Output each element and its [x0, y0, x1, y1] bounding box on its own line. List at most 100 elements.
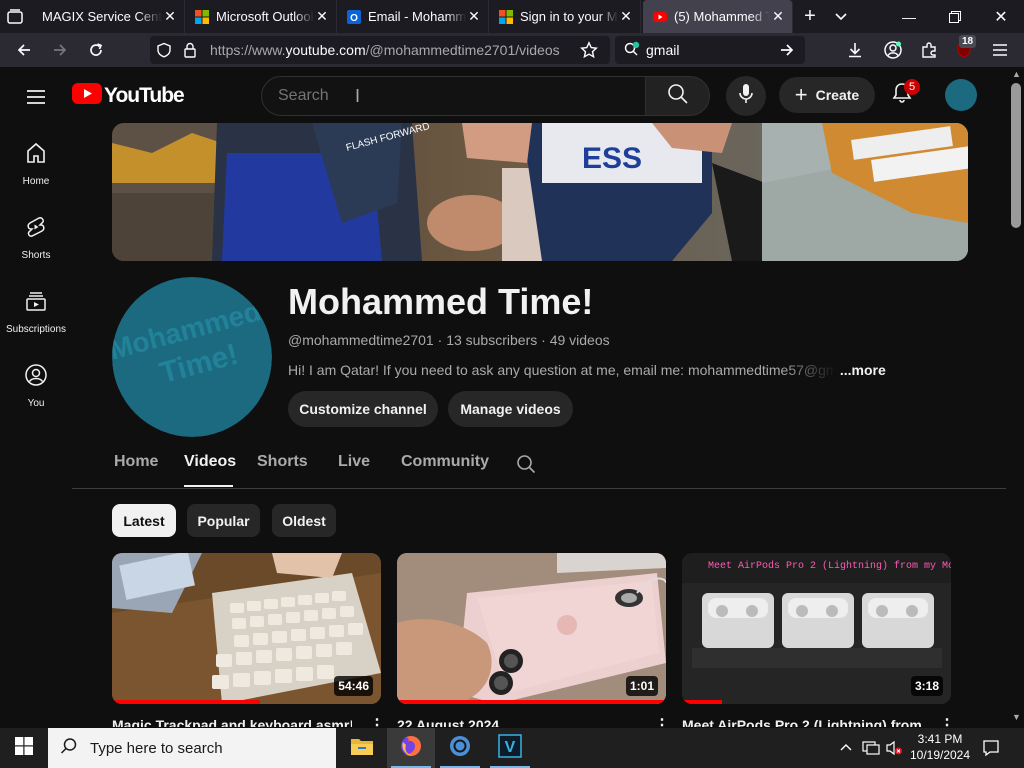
notifications-button[interactable]: 5: [890, 79, 920, 109]
new-tab-icon[interactable]: +: [800, 6, 820, 26]
sidebar-item-you[interactable]: You: [0, 351, 72, 421]
svg-text:V: V: [505, 739, 516, 756]
browser-tab-sign-in[interactable]: Sign in to your Mi ✕: [489, 0, 641, 33]
shield-icon[interactable]: [156, 42, 172, 61]
extension-badge: 18: [959, 35, 977, 48]
sidebar-item-subscriptions[interactable]: Subscriptions: [0, 277, 72, 347]
taskbar-firefox[interactable]: [387, 728, 435, 768]
chip-latest[interactable]: Latest: [112, 504, 176, 537]
tab-home[interactable]: Home: [114, 453, 158, 471]
search-button[interactable]: [645, 76, 710, 116]
taskbar-file-explorer[interactable]: [338, 728, 386, 768]
sidebar-item-shorts[interactable]: Shorts: [0, 203, 72, 273]
show-hidden-icons-chevron-up-icon[interactable]: [839, 741, 853, 760]
microphone-icon: [737, 83, 755, 110]
close-window-button[interactable]: ✕: [978, 0, 1024, 33]
create-button[interactable]: + Create: [779, 77, 875, 113]
chip-popular[interactable]: Popular: [187, 504, 260, 537]
sidebar-item-label: Home: [22, 176, 50, 187]
url-path: /@mohammedtime2701/videos: [365, 42, 560, 58]
clock[interactable]: 3:41 PM 10/19/2024: [905, 731, 975, 763]
minimize-window-button[interactable]: —: [886, 0, 932, 33]
guide-menu-icon[interactable]: [24, 85, 48, 109]
channel-description[interactable]: Hi! I am Qatar! If you need to ask any q…: [288, 362, 898, 378]
channel-search-icon[interactable]: [516, 454, 536, 479]
bookmark-star-icon[interactable]: [580, 41, 598, 62]
browser-tab-youtube[interactable]: (5) Mohammed Ti ✕: [643, 0, 793, 33]
restore-window-button[interactable]: [932, 0, 978, 33]
search-input[interactable]: [278, 86, 628, 106]
folder-icon: [350, 736, 374, 761]
page-scrollbar[interactable]: ▲ ▼: [1008, 67, 1024, 727]
video-duration: 3:18: [910, 676, 943, 696]
manage-videos-button[interactable]: Manage videos: [448, 391, 573, 427]
menu-hamburger-icon[interactable]: [988, 38, 1012, 62]
forward-arrow-icon[interactable]: [48, 38, 72, 62]
notification-center-icon[interactable]: [982, 739, 1000, 762]
tab-shorts[interactable]: Shorts: [257, 453, 308, 471]
url-text: https://www.youtube.com/@mohammedtime270…: [210, 42, 560, 58]
close-icon[interactable]: ✕: [314, 8, 330, 25]
extensions-icon[interactable]: [917, 38, 941, 62]
scrollbar-thumb[interactable]: [1011, 83, 1021, 228]
lock-icon[interactable]: [183, 42, 197, 61]
windows-taskbar: Type here to search V 3:41 PM 10/19/2024: [0, 728, 1024, 768]
tab-overview-icon[interactable]: [6, 8, 24, 26]
scroll-down-arrow-icon[interactable]: ▼: [1012, 712, 1021, 722]
tab-videos-underline: [184, 485, 233, 487]
url-bar[interactable]: https://www.youtube.com/@mohammedtime270…: [150, 36, 610, 64]
video-thumbnail[interactable]: 54:46: [112, 553, 381, 704]
search-bar[interactable]: gmail: [615, 36, 805, 64]
close-icon[interactable]: ✕: [618, 8, 634, 25]
sidebar-item-label: Subscriptions: [5, 324, 67, 335]
tab-videos[interactable]: Videos: [184, 453, 236, 471]
video-thumbnail[interactable]: 1:01: [397, 553, 666, 704]
taskbar-search-box[interactable]: Type here to search: [48, 728, 336, 768]
create-label: Create: [815, 87, 860, 103]
browser-tab-microsoft-outlook[interactable]: Microsoft Outlook ✕: [185, 0, 337, 33]
go-arrow-icon[interactable]: [779, 42, 795, 61]
downloads-icon[interactable]: [843, 38, 867, 62]
reload-icon[interactable]: [84, 38, 108, 62]
vegas-icon: V: [498, 733, 522, 763]
more-vert-icon[interactable]: ⋮: [369, 715, 385, 727]
sidebar-item-home[interactable]: Home: [0, 129, 72, 199]
microsoft-icon: [195, 9, 209, 24]
tab-list-chevron-down-icon[interactable]: [832, 7, 850, 25]
video-title[interactable]: 22 August 2024: [397, 717, 637, 727]
account-icon[interactable]: [881, 38, 905, 62]
volume-muted-icon[interactable]: [885, 740, 903, 761]
search-icon: [667, 83, 689, 110]
video-title[interactable]: Meet AirPods Pro 2 (Lightning) from: [682, 717, 922, 727]
close-icon[interactable]: ✕: [162, 8, 178, 25]
scroll-up-arrow-icon[interactable]: ▲: [1012, 69, 1021, 79]
more-vert-icon[interactable]: ⋮: [654, 715, 670, 727]
meta-separator: ·: [437, 332, 447, 348]
video-title[interactable]: Magic Trackpad and keyboard asmr!: [112, 717, 352, 727]
account-avatar[interactable]: [945, 79, 977, 111]
close-icon[interactable]: ✕: [770, 8, 786, 25]
search-box[interactable]: I: [261, 76, 646, 116]
more-link[interactable]: ...more: [840, 362, 886, 378]
sidebar-item-label: Shorts: [21, 250, 51, 261]
tab-label: (5) Mohammed Ti: [674, 9, 770, 24]
plus-icon: +: [794, 82, 808, 107]
clock-date: 10/19/2024: [909, 748, 971, 762]
taskbar-vegas[interactable]: V: [486, 728, 534, 768]
browser-tab-magix[interactable]: MAGIX Service Center ✕: [32, 0, 185, 33]
more-vert-icon[interactable]: ⋮: [939, 715, 955, 727]
start-button[interactable]: [0, 728, 48, 768]
video-thumbnail[interactable]: Meet AirPods Pro 2 (Lightning) from my M…: [682, 553, 951, 704]
youtube-logo[interactable]: YouTube: [72, 83, 185, 108]
customize-channel-button[interactable]: Customize channel: [288, 391, 438, 427]
chip-oldest[interactable]: Oldest: [272, 504, 336, 537]
browser-tab-email[interactable]: O Email - Mohamme ✕: [337, 0, 489, 33]
youtube-page: YouTube I + Create 5 Home Shorts: [0, 67, 1008, 727]
taskbar-chrome[interactable]: [436, 728, 484, 768]
tab-live[interactable]: Live: [338, 453, 370, 471]
voice-search-button[interactable]: [726, 76, 766, 116]
close-icon[interactable]: ✕: [466, 8, 482, 25]
tab-community[interactable]: Community: [401, 453, 489, 471]
back-arrow-icon[interactable]: [12, 38, 36, 62]
network-icon[interactable]: [862, 740, 880, 761]
